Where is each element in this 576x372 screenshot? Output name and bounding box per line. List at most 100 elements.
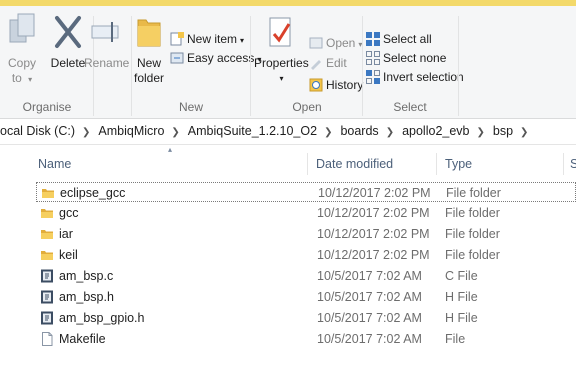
breadcrumb-boards[interactable]: boards [340,119,378,144]
chevron-right-icon[interactable]: ❯ [520,120,528,145]
file-name: am_bsp_gpio.h [59,311,145,325]
copy-to-label: Copy to ▾ [7,56,36,85]
file-list: ▴ Name Date modified Type S eclipse_gcc 1… [0,145,576,372]
breadcrumb-apollo2-evb[interactable]: apollo2_evb [402,119,469,144]
file-date-modified: 10/12/2017 2:02 PM [317,248,430,262]
file-type: File folder [445,206,500,220]
column-header-name[interactable]: Name [38,153,71,175]
chevron-right-icon[interactable]: ❯ [82,120,90,145]
file-row[interactable]: iar 10/12/2017 2:02 PM File folder [36,224,576,244]
edit-label: Edit [326,56,347,70]
new-item-icon [170,32,184,46]
breadcrumb-bsp[interactable]: bsp [493,119,513,144]
file-date-modified: 10/12/2017 2:02 PM [318,186,431,200]
easy-access-icon [170,51,184,65]
file-type: H File [445,290,478,304]
column-header-date-modified[interactable]: Date modified [316,153,393,175]
folder-icon [40,227,54,241]
select-none-icon [366,51,380,65]
file-type: File folder [445,227,500,241]
column-divider[interactable] [307,153,308,175]
chevron-down-icon: ▾ [279,74,284,83]
file-type: C File [445,269,478,283]
edit-button[interactable]: Edit [309,54,347,72]
easy-access-button[interactable]: Easy access ▾ [170,49,261,67]
file-date-modified: 10/5/2017 7:02 AM [317,290,422,304]
file-name: keil [59,248,78,262]
select-none-label: Select none [383,51,447,65]
file-type: File [445,332,466,346]
file-row[interactable]: eclipse_gcc 10/12/2017 2:02 PM File folder [36,182,576,202]
open-button[interactable]: Open ▾ [309,34,362,52]
select-all-icon [366,32,380,46]
rename-label: Rename [84,56,130,70]
history-button[interactable]: History [309,76,363,94]
blank-file-icon [40,332,54,346]
file-row[interactable]: Makefile 10/5/2017 7:02 AM File [36,329,576,349]
edit-icon [309,56,323,70]
new-folder-label-line2: folder [133,71,165,85]
file-row[interactable]: am_bsp.c 10/5/2017 7:02 AM C File [36,266,576,286]
file-date-modified: 10/5/2017 7:02 AM [317,269,422,283]
chevron-right-icon[interactable]: ❯ [324,120,332,145]
file-row[interactable]: am_bsp_gpio.h 10/5/2017 7:02 AM H File [36,308,576,328]
properties-button[interactable]: Properties ▾ [254,12,309,86]
file-type: File folder [445,248,500,262]
chevron-right-icon[interactable]: ❯ [386,120,394,145]
organise-group-label: Organise [22,100,72,114]
file-row[interactable]: am_bsp.h 10/5/2017 7:02 AM H File [36,287,576,307]
address-bar[interactable]: ocal Disk (C:) ❯ AmbiqMicro ❯ AmbiqSuite_1.2… [0,119,576,145]
file-row[interactable]: keil 10/12/2017 2:02 PM File folder [36,245,576,265]
file-name: gcc [59,206,79,220]
new-folder-label-line1: New [136,56,161,70]
rename-icon [89,12,123,52]
sort-ascending-icon: ▴ [168,145,173,154]
column-divider[interactable] [563,153,564,175]
file-name: Makefile [59,332,106,346]
delete-label: Delete [50,56,86,70]
copy-to-button[interactable]: Copy to ▾ [4,12,40,87]
source-file-icon [40,311,54,325]
new-item-label: New item [187,32,238,46]
source-file-icon [40,269,54,283]
chevron-right-icon[interactable]: ❯ [171,120,179,145]
breadcrumb-ambiqsuite[interactable]: AmbiqSuite_1.2.10_O2 [188,119,317,144]
new-item-button[interactable]: New item ▾ [170,30,244,48]
source-file-icon [40,290,54,304]
chevron-right-icon[interactable]: ❯ [477,120,485,145]
file-date-modified: 10/5/2017 7:02 AM [317,311,422,325]
file-type: File folder [446,186,501,200]
new-folder-button[interactable]: New folder [133,12,165,86]
invert-selection-button[interactable]: Invert selection [366,68,464,86]
file-row[interactable]: gcc 10/12/2017 2:02 PM File folder [36,203,576,223]
history-label: History [326,78,364,92]
folder-icon [40,248,54,262]
delete-button[interactable]: Delete [48,12,88,71]
rename-button[interactable]: Rename [84,12,130,71]
new-group-label: New [178,100,203,114]
file-name: eclipse_gcc [60,186,126,200]
file-date-modified: 10/5/2017 7:02 AM [317,332,422,346]
breadcrumb-ambiqmicro[interactable]: AmbiqMicro [98,119,164,144]
column-divider[interactable] [436,153,437,175]
properties-label: Properties [254,56,309,70]
select-none-button[interactable]: Select none [366,49,446,67]
select-all-label: Select all [383,32,432,46]
open-label: Open [326,36,356,50]
breadcrumb: ocal Disk (C:) ❯ AmbiqMicro ❯ AmbiqSuite_1.2… [0,119,536,144]
select-all-button[interactable]: Select all [366,30,432,48]
breadcrumb-local-disk[interactable]: ocal Disk (C:) [0,119,75,144]
invert-selection-icon [366,70,380,84]
copy-to-icon [8,12,36,52]
history-icon [309,78,323,92]
properties-icon [265,12,295,52]
open-group-label: Open [292,100,322,114]
file-name: iar [59,227,73,241]
file-date-modified: 10/12/2017 2:02 PM [317,227,430,241]
chevron-down-icon: ▾ [240,36,245,45]
column-header-type[interactable]: Type [445,153,472,175]
column-header-size[interactable]: S [570,153,576,175]
invert-selection-label: Invert selection [383,70,464,84]
select-group-label: Select [393,100,427,114]
ribbon-divider [458,16,459,116]
